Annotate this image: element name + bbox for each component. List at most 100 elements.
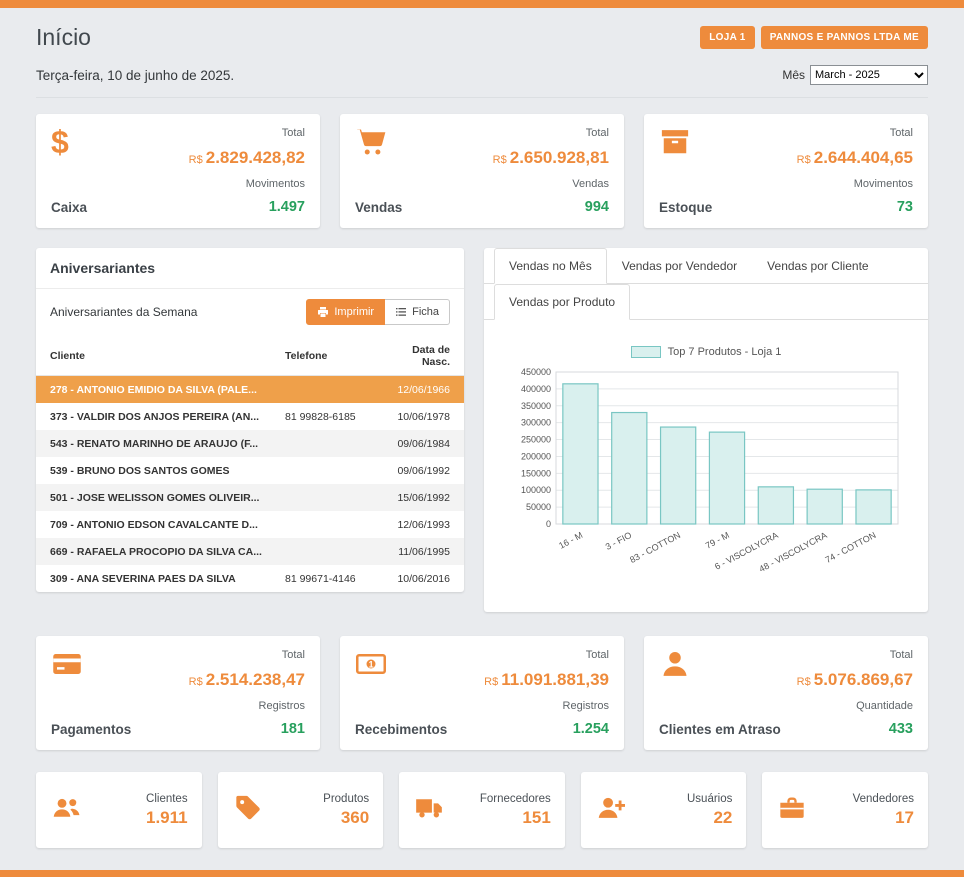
- legend-swatch: [631, 346, 661, 358]
- svg-text:100000: 100000: [521, 485, 551, 495]
- month-filter: Mês March - 2025: [782, 65, 928, 85]
- produtos-mini-card: Produtos 360: [218, 772, 384, 848]
- table-row[interactable]: 309 - ANA SEVERINA PAES DA SILVA 81 9967…: [36, 565, 464, 592]
- middle-section: Aniversariantes Aniversariantes da Seman…: [36, 248, 928, 612]
- tab-vendas-por-produto[interactable]: Vendas por Produto: [494, 284, 630, 320]
- svg-text:350000: 350000: [521, 401, 551, 411]
- user-plus-icon: [595, 794, 627, 827]
- svg-text:300000: 300000: [521, 418, 551, 428]
- total-label: Total: [189, 127, 305, 139]
- client-name: 501 - JOSE WELISSON GOMES OLIVEIR...: [36, 484, 271, 511]
- client-phone: [271, 430, 377, 457]
- col-nascimento: Data de Nasc.: [377, 337, 464, 376]
- birthdays-panel: Aniversariantes Aniversariantes da Seman…: [36, 248, 464, 592]
- money-bill-icon: 1: [355, 649, 391, 683]
- client-birthdate: 09/06/1992: [377, 457, 464, 484]
- chart-legend: Top 7 Produtos - Loja 1: [500, 346, 912, 358]
- client-birthdate: 09/06/1984: [377, 430, 464, 457]
- client-name: 309 - ANA SEVERINA PAES DA SILVA: [36, 565, 271, 592]
- estoque-card: Estoque Total R$2.644.404,65 Movimentos …: [644, 114, 928, 228]
- svg-text:74 - COTTON: 74 - COTTON: [824, 530, 878, 565]
- birthdays-subtitle: Aniversariantes da Semana: [50, 305, 197, 319]
- svg-text:200000: 200000: [521, 451, 551, 461]
- client-phone: [271, 484, 377, 511]
- table-row[interactable]: 539 - BRUNO DOS SANTOS GOMES 09/06/1992: [36, 457, 464, 484]
- mini-value: 1.911: [90, 808, 188, 828]
- count-value: 73: [797, 199, 913, 215]
- count-label: Registros: [189, 700, 305, 712]
- recebimentos-card: 1 Recebimentos Total R$11.091.881,39 Reg…: [340, 636, 624, 750]
- client-birthdate: 12/06/1993: [377, 511, 464, 538]
- svg-text:3 - FIO: 3 - FIO: [604, 530, 633, 552]
- total-label: Total: [189, 649, 305, 661]
- tab-vendas-por-vendedor[interactable]: Vendas por Vendedor: [607, 248, 752, 284]
- month-select[interactable]: March - 2025: [810, 65, 928, 85]
- ficha-button[interactable]: Ficha: [385, 299, 450, 325]
- table-row[interactable]: 669 - RAFAELA PROCOPIO DA SILVA CA... 11…: [36, 538, 464, 565]
- vendas-card: Vendas Total R$2.650.928,81 Vendas 994: [340, 114, 624, 228]
- table-row[interactable]: 543 - RENATO MARINHO DE ARAUJO (F... 09/…: [36, 430, 464, 457]
- card-title: Recebimentos: [355, 722, 447, 737]
- client-phone: [271, 538, 377, 565]
- total-value: R$2.829.428,82: [189, 148, 305, 168]
- dollar-icon: $: [51, 127, 87, 161]
- mini-label: Clientes: [90, 793, 188, 805]
- mini-value: 22: [635, 808, 733, 828]
- client-name: 709 - ANTONIO EDSON CAVALCANTE D...: [36, 511, 271, 538]
- fornecedores-mini-card: Fornecedores 151: [399, 772, 565, 848]
- client-birthdate: 12/06/1966: [377, 376, 464, 404]
- clientes-em-atraso-card: Clientes em Atraso Total R$5.076.869,67 …: [644, 636, 928, 750]
- tab-vendas-no-mes[interactable]: Vendas no Mês: [494, 248, 607, 284]
- svg-text:1: 1: [369, 659, 374, 669]
- count-label: Movimentos: [189, 178, 305, 190]
- truck-icon: [413, 794, 445, 827]
- stat-cards-row-1: $ Caixa Total R$2.829.428,82 Movimentos …: [36, 114, 928, 228]
- total-value: R$2.644.404,65: [797, 148, 913, 168]
- birthdays-title: Aniversariantes: [36, 248, 464, 289]
- sales-subtabs: Vendas por Produto: [484, 284, 928, 320]
- client-birthdate: 10/06/2016: [377, 565, 464, 592]
- print-button[interactable]: Imprimir: [306, 299, 385, 325]
- table-row[interactable]: 373 - VALDIR DOS ANJOS PEREIRA (AN... 81…: [36, 403, 464, 430]
- briefcase-icon: [776, 794, 808, 827]
- client-birthdate: 15/06/1992: [377, 484, 464, 511]
- legend-label: Top 7 Produtos - Loja 1: [668, 346, 782, 358]
- client-name: 539 - BRUNO DOS SANTOS GOMES: [36, 457, 271, 484]
- pagamentos-card: Pagamentos Total R$2.514.238,47 Registro…: [36, 636, 320, 750]
- sales-panel: Vendas no Mês Vendas por Vendedor Vendas…: [484, 248, 928, 612]
- company-button[interactable]: PANNOS E PANNOS LTDA ME: [761, 26, 928, 49]
- total-label: Total: [484, 649, 609, 661]
- count-value: 433: [797, 721, 913, 737]
- user-icon: [659, 649, 695, 683]
- store-button[interactable]: LOJA 1: [700, 26, 754, 49]
- current-date: Terça-feira, 10 de junho de 2025.: [36, 68, 234, 83]
- mini-cards-row: Clientes 1.911 Produtos 360 Fornecedores…: [36, 772, 928, 848]
- table-row[interactable]: 709 - ANTONIO EDSON CAVALCANTE D... 12/0…: [36, 511, 464, 538]
- svg-text:16 - M: 16 - M: [557, 530, 584, 551]
- count-label: Movimentos: [797, 178, 913, 190]
- month-label: Mês: [782, 68, 805, 82]
- mini-label: Fornecedores: [453, 793, 551, 805]
- birthdays-table: Cliente Telefone Data de Nasc. 278 - ANT…: [36, 337, 464, 592]
- svg-text:400000: 400000: [521, 384, 551, 394]
- svg-text:450000: 450000: [521, 367, 551, 377]
- count-label: Quantidade: [797, 700, 913, 712]
- bottom-accent-bar: [0, 870, 964, 877]
- tab-vendas-por-cliente[interactable]: Vendas por Cliente: [752, 248, 883, 284]
- count-value: 1.254: [484, 721, 609, 737]
- table-row[interactable]: 278 - ANTONIO EMIDIO DA SILVA (PALE... 1…: [36, 376, 464, 404]
- sales-tabs: Vendas no Mês Vendas por Vendedor Vendas…: [484, 248, 928, 284]
- mini-value: 151: [453, 808, 551, 828]
- client-birthdate: 10/06/1978: [377, 403, 464, 430]
- svg-text:79 - M: 79 - M: [704, 530, 731, 551]
- total-label: Total: [493, 127, 609, 139]
- usuarios-mini-card: Usuários 22: [581, 772, 747, 848]
- total-value: R$2.650.928,81: [493, 148, 609, 168]
- table-row[interactable]: 501 - JOSE WELISSON GOMES OLIVEIR... 15/…: [36, 484, 464, 511]
- svg-text:150000: 150000: [521, 468, 551, 478]
- total-label: Total: [797, 649, 913, 661]
- page-header: Início LOJA 1 PANNOS E PANNOS LTDA ME: [36, 24, 928, 51]
- col-cliente: Cliente: [36, 337, 271, 376]
- list-icon: [395, 306, 407, 318]
- header-buttons: LOJA 1 PANNOS E PANNOS LTDA ME: [700, 26, 928, 49]
